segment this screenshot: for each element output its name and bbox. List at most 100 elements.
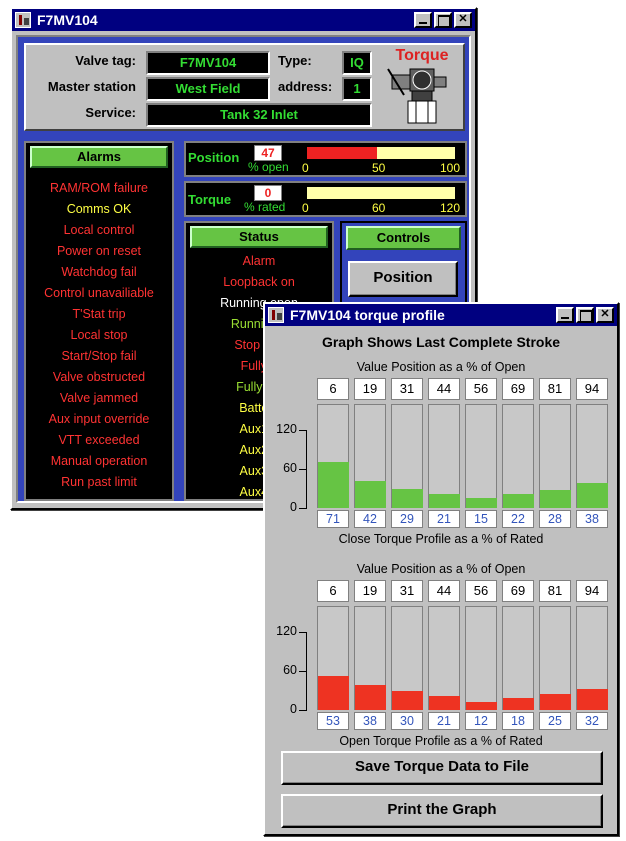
position-value: 47 [254,145,282,161]
torque-value-cell: 32 [576,712,608,730]
alarm-item: Comms OK [66,202,132,216]
status-item: Alarm [242,254,276,268]
position-cell: 19 [354,378,386,400]
position-button[interactable]: Position [348,261,458,297]
torque-bar [318,461,349,508]
torque-bar [392,690,423,710]
bar-column [465,606,497,710]
bar-column [428,606,460,710]
torque-value-cell: 12 [465,712,497,730]
torque-bar [503,493,534,508]
maximize-icon[interactable] [434,12,452,28]
alarms-panel: Alarms RAM/ROM failure Comms OK Local cont… [24,141,174,501]
torque-panel: Torque 0 % rated 0 60 120 [184,181,467,217]
controls-header: Controls [346,226,461,250]
position-cell: 44 [428,378,460,400]
alarm-item: Run past limit [61,475,137,489]
torque-value-cell: 22 [502,510,534,528]
profile-maximize-icon[interactable] [576,307,594,323]
close-icon[interactable]: ✕ [454,12,472,28]
torque-value-cell: 29 [391,510,423,528]
torque-value-cell: 38 [576,510,608,528]
torque-scale-min: 0 [302,201,309,215]
profile-titlebar[interactable]: F7MV104 torque profile ✕ [265,304,617,326]
y-tick-mark [299,508,307,509]
torque-value-cell: 71 [317,510,349,528]
torque-value-cell: 38 [354,712,386,730]
logo-text: Torque [395,47,449,64]
torque-unit: % rated [244,200,286,214]
type-label: Type: [278,53,312,68]
app-icon [15,12,31,28]
type-value: IQ [342,51,372,75]
minimize-icon[interactable] [414,12,432,28]
valve-tag-label: Valve tag: [75,53,136,68]
y-axis-line [306,632,307,710]
bar-column [502,404,534,508]
torque-value-cell: 18 [502,712,534,730]
rotork-logo: Torque [382,47,462,129]
torque-bar [577,689,608,710]
torque-profile-window: F7MV104 torque profile ✕ Graph Shows Las… [263,302,619,836]
alarm-item: Start/Stop fail [61,349,137,363]
profile-minimize-icon[interactable] [556,307,574,323]
position-bar-fill [307,147,377,159]
position-cell: 94 [576,580,608,602]
torque-bar [503,698,534,710]
position-bar [306,146,456,160]
torque-value-cell: 53 [317,712,349,730]
position-cell: 44 [428,580,460,602]
position-scale-mid: 50 [372,161,386,175]
torque-scale-max: 120 [440,201,461,215]
torque-bar [355,685,386,710]
y-tick-label: 0 [290,702,297,716]
position-cell: 31 [391,580,423,602]
position-cell: 31 [391,378,423,400]
torque-bar [466,702,497,710]
positions-caption: Value Position as a % of Open [356,562,526,576]
y-tick-mark [299,710,307,711]
torque-bar [429,494,460,508]
main-titlebar[interactable]: F7MV104 ✕ [12,9,475,31]
alarm-item: Power on reset [56,244,142,258]
print-graph-button[interactable]: Print the Graph [281,794,603,828]
service-label: Service: [85,105,136,120]
torque-value-cell: 30 [391,712,423,730]
profile-window-title: F7MV104 torque profile [290,307,445,323]
position-cell: 56 [465,580,497,602]
torque-value: 0 [254,185,282,201]
positions-caption: Value Position as a % of Open [356,360,526,374]
alarm-item: Watchdog fail [61,265,137,279]
torque-bar [540,489,571,508]
y-tick-label: 120 [276,624,297,638]
y-tick-label: 120 [276,422,297,436]
address-value: 1 [342,77,372,101]
torque-bar [540,693,571,710]
alarm-item: Control unavailiable [44,286,154,300]
service-value: Tank 32 Inlet [146,103,372,127]
save-torque-data-button[interactable]: Save Torque Data to File [281,751,603,785]
position-cell: 56 [465,378,497,400]
master-station-value: West Field [146,77,270,101]
alarm-item: VTT exceeded [58,433,140,447]
y-tick-label: 0 [290,500,297,514]
y-axis-line [306,430,307,508]
close-torque-graph: Value Position as a % of Open 120 60 0 6 71 19… [265,360,617,548]
torque-value-cell: 42 [354,510,386,528]
torque-bar [392,489,423,508]
alarm-item: Manual operation [50,454,148,468]
profile-close-icon[interactable]: ✕ [596,307,614,323]
position-cell: 69 [502,378,534,400]
torque-value-cell: 25 [539,712,571,730]
torque-bar [577,483,608,508]
position-cell: 94 [576,378,608,400]
position-panel: Position 47 % open 0 50 100 [184,141,467,177]
torque-bar [306,186,456,200]
alarm-item: T'Stat trip [72,307,126,321]
alarm-item: Local control [63,223,135,237]
position-scale-min: 0 [302,161,309,175]
valve-tag-value: F7MV104 [146,51,270,75]
status-item: Loopback on [223,275,295,289]
torque-value-cell: 15 [465,510,497,528]
torque-bar [355,480,386,508]
